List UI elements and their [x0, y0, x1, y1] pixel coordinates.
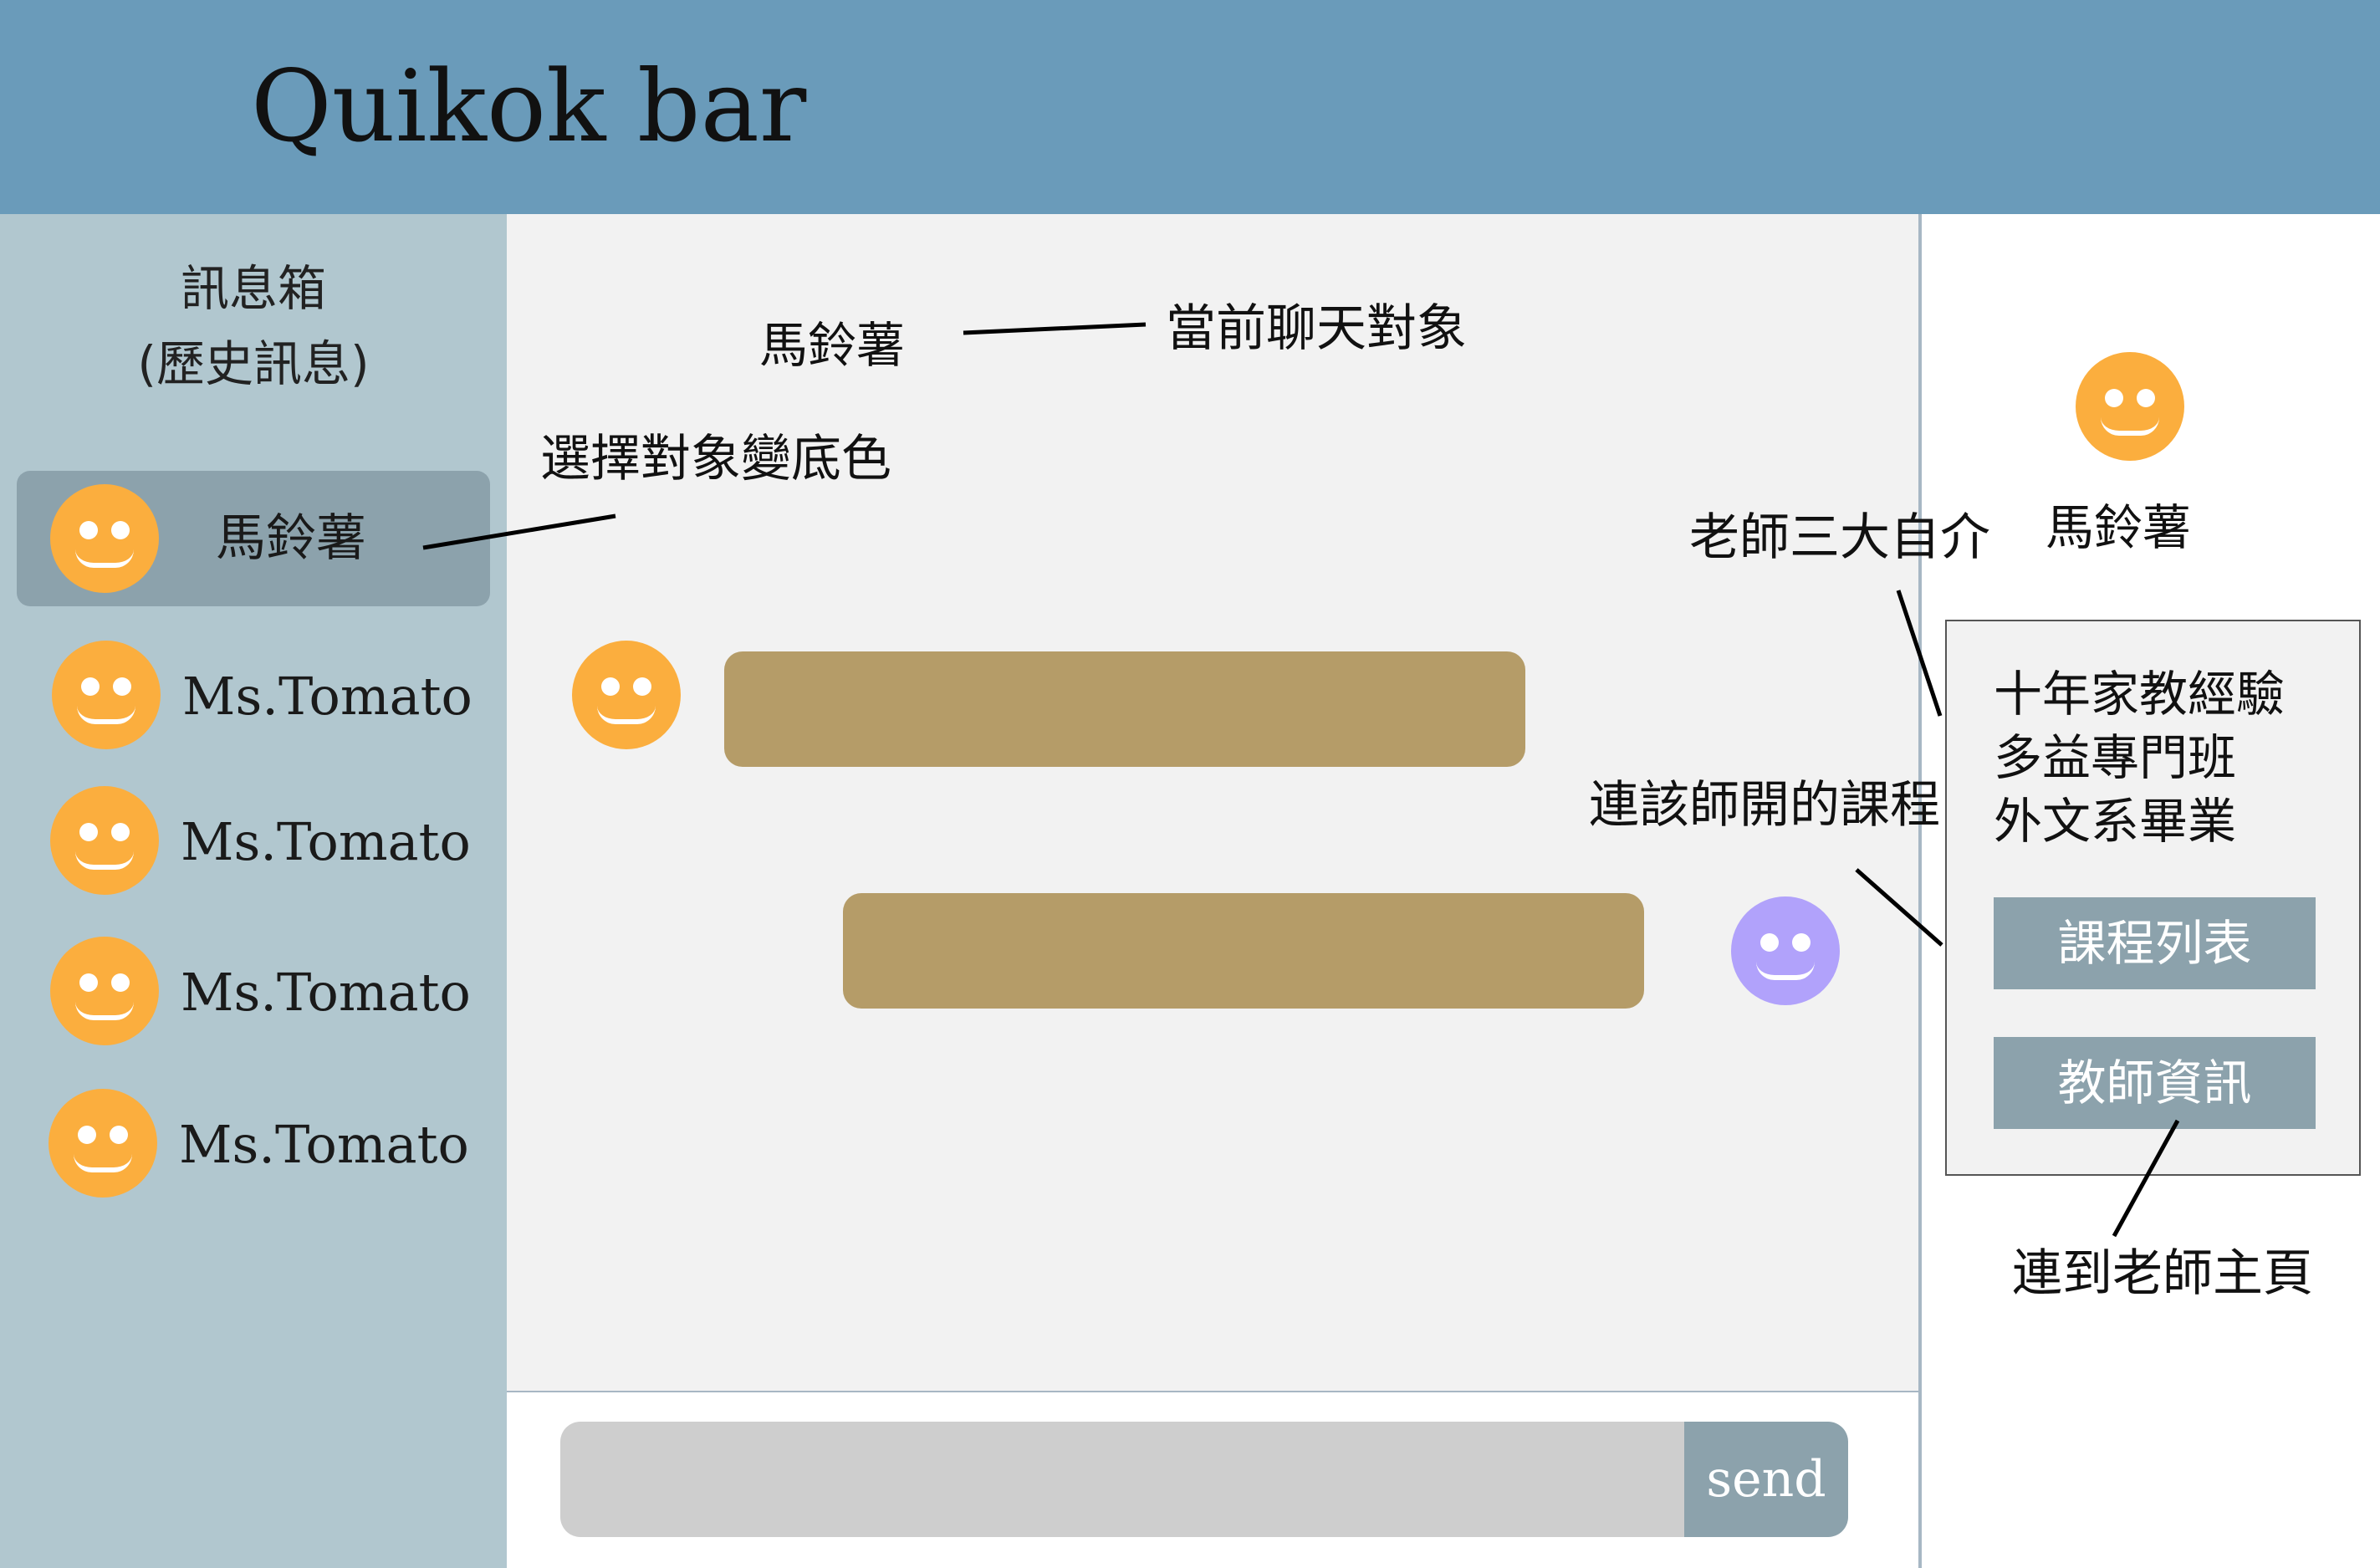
teacher-intro-line: 十年家教經驗: [1994, 666, 2286, 723]
sent-message-bubble: [843, 893, 1644, 1009]
contact-name: Ms.Tomato: [181, 962, 471, 1023]
user-avatar-icon: [1731, 896, 1840, 1005]
contact-name: 馬鈴薯: [216, 509, 366, 568]
smiley-icon: [50, 937, 159, 1045]
annotation-teacher-courses: 連該師開的課程: [1589, 776, 1940, 835]
teacher-intro-line: 外文系畢業: [1994, 793, 2237, 850]
sidebar-heading: 訊息箱: [180, 260, 326, 317]
contact-item[interactable]: Ms.Tomato: [17, 1087, 490, 1213]
teacher-avatar-icon: [2076, 352, 2184, 461]
teacher-info-button[interactable]: 教師資訊: [1994, 1037, 2316, 1129]
app-title: Quikok bar: [251, 49, 807, 164]
annotation-teacher-home: 連到老師主頁: [2012, 1244, 2313, 1303]
smiley-icon: [50, 786, 159, 895]
contact-name: Ms.Tomato: [182, 666, 472, 727]
received-message-bubble: [724, 651, 1525, 767]
teacher-intro-line: 多益專門班: [1994, 729, 2237, 786]
contact-item-selected[interactable]: 馬鈴薯: [17, 471, 490, 606]
contact-name: Ms.Tomato: [179, 1114, 469, 1175]
smiley-icon: [49, 1089, 157, 1198]
annotation-teacher-intro: 老師三大自介: [1689, 508, 1990, 567]
chat-partner-name: 馬鈴薯: [759, 317, 906, 374]
sidebar-subheading: (歷史訊息): [137, 335, 370, 392]
annotation-selected-bg: 選擇對象變底色: [540, 430, 891, 488]
contact-item[interactable]: Ms.Tomato: [17, 935, 490, 1060]
annotation-current-partner: 當前聊天對象: [1166, 299, 1467, 358]
course-list-button[interactable]: 課程列表: [1994, 897, 2316, 989]
message-input[interactable]: [560, 1422, 1698, 1537]
send-button[interactable]: send: [1684, 1422, 1848, 1537]
contact-item[interactable]: Ms.Tomato: [17, 639, 490, 764]
teacher-name: 馬鈴薯: [2045, 499, 2192, 556]
contact-name: Ms.Tomato: [181, 811, 471, 872]
contact-item[interactable]: Ms.Tomato: [17, 784, 490, 910]
smiley-icon: [50, 484, 159, 593]
smiley-icon: [52, 641, 161, 749]
partner-avatar-icon: [572, 641, 681, 749]
